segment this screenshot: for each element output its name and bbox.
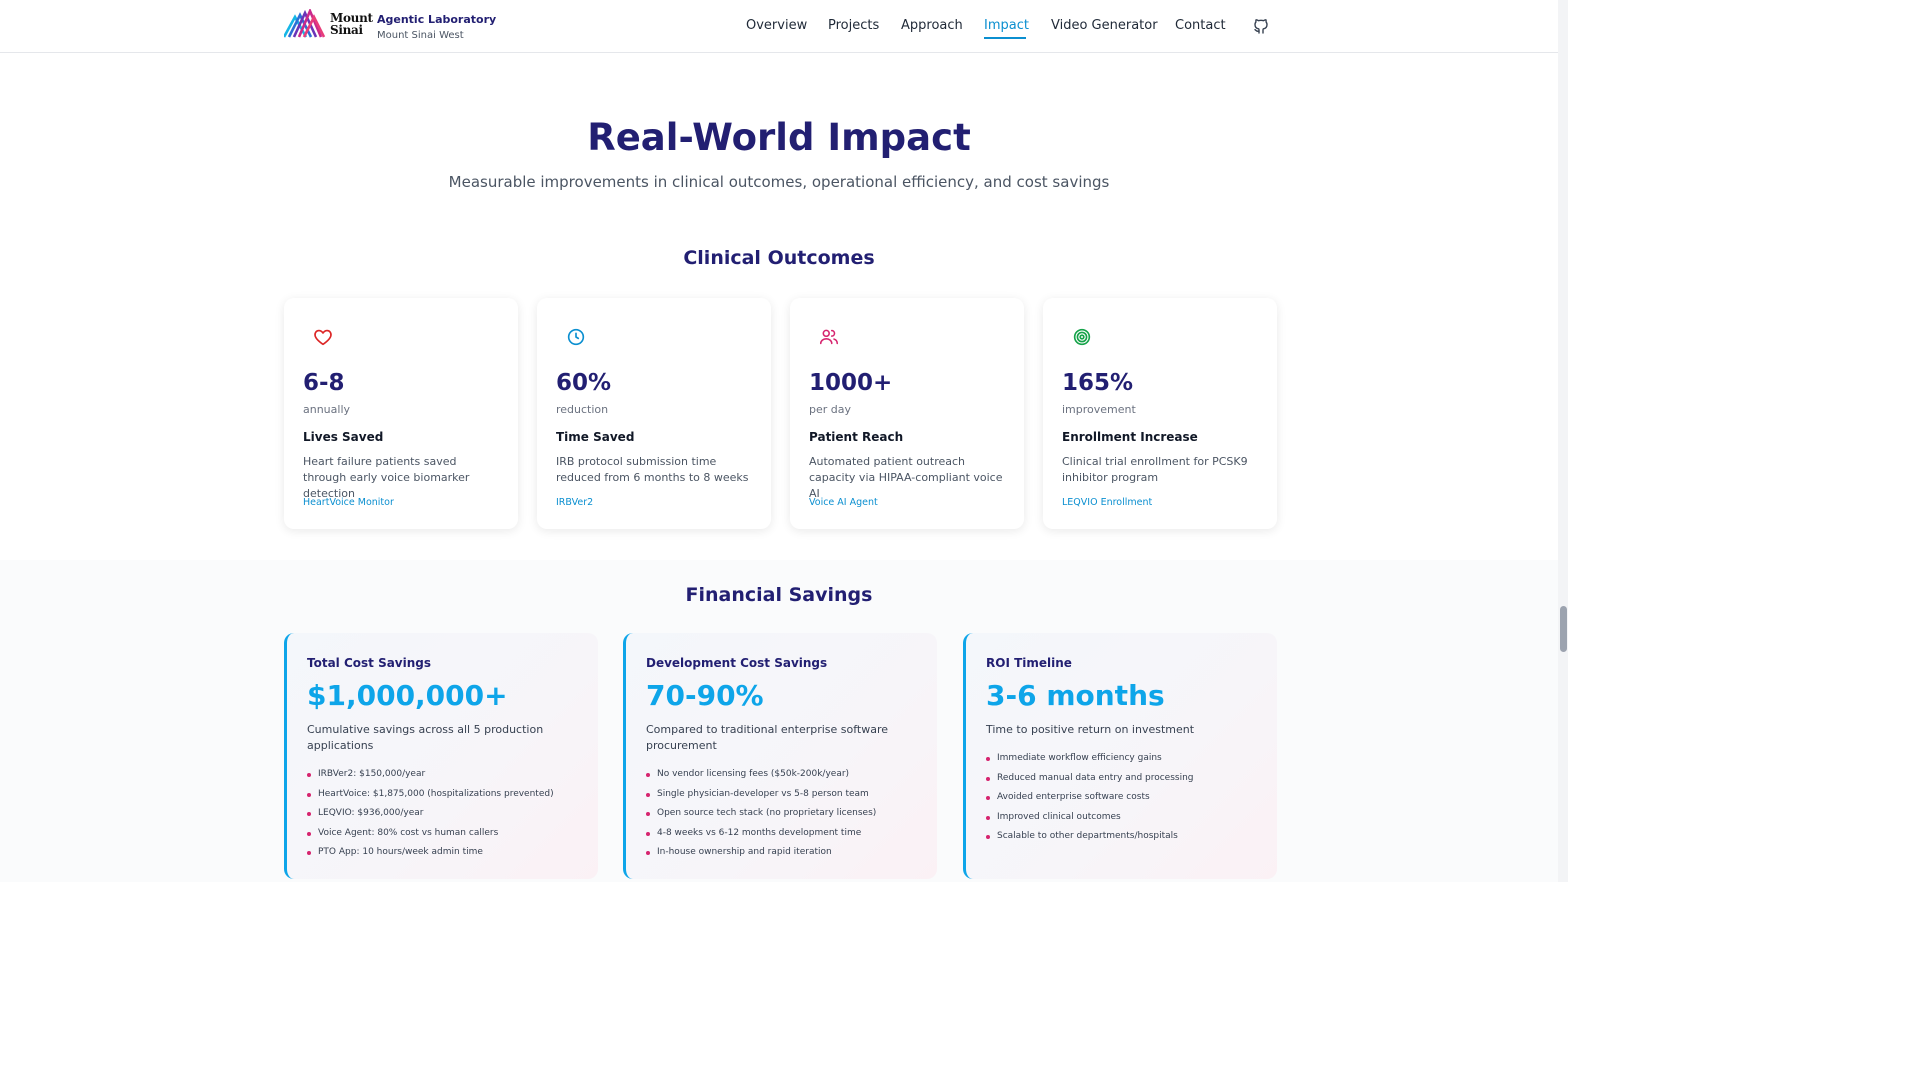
page-scrollbar-track[interactable] [1558, 0, 1568, 882]
list-item: No vendor licensing fees ($50k-200k/year… [646, 765, 876, 785]
stat-value: 1000+ [809, 370, 893, 396]
stat-unit: annually [303, 403, 351, 416]
list-item: LEQVIO: $936,000/year [307, 804, 554, 824]
list-item: Open source tech stack (no proprietary l… [646, 804, 876, 824]
stat-value: 6-8 [303, 370, 345, 396]
heart-icon [314, 329, 332, 346]
list-item: PTO App: 10 hours/week admin time [307, 843, 554, 863]
target-icon [1073, 328, 1091, 346]
list-item: IRBVer2: $150,000/year [307, 765, 554, 785]
list-item: 4-8 weeks vs 6-12 months development tim… [646, 824, 876, 844]
active-nav-indicator [984, 37, 1026, 39]
stat-unit: per day [809, 403, 852, 416]
page-scrollbar-thumb[interactable] [1560, 606, 1567, 652]
page-title: Real-World Impact [587, 116, 971, 159]
stat-value: 60% [556, 370, 612, 396]
mount-sinai-logo-mark-icon [284, 9, 326, 38]
stat-description: Clinical trial enrollment for PCSK9 inhi… [1062, 455, 1248, 484]
top-navbar: Mount Sinai Agentic Laboratory Mount Sin… [0, 0, 1558, 53]
savings-card-value: $1,000,000+ [307, 679, 508, 712]
savings-card-list: IRBVer2: $150,000/year HeartVoice: $1,87… [307, 765, 554, 863]
nav-video-generator[interactable]: Video Generator [1051, 18, 1158, 33]
list-item: Reduced manual data entry and processing [986, 769, 1194, 789]
nav-overview[interactable]: Overview [746, 18, 807, 33]
logo-text-sinai: Sinai [330, 23, 363, 37]
page-subtitle: Measurable improvements in clinical outc… [448, 173, 1110, 191]
github-icon[interactable] [1253, 17, 1269, 35]
stat-title: Enrollment Increase [1062, 430, 1198, 444]
list-item: Improved clinical outcomes [986, 808, 1194, 828]
logo-wordmark: Mount Sinai [330, 12, 373, 36]
nav-contact[interactable]: Contact [1175, 18, 1226, 33]
outcome-card-lives-saved: 6-8 annually Lives Saved Heart failure p… [284, 298, 518, 529]
mount-sinai-logo[interactable]: Mount Sinai [284, 9, 373, 39]
stat-title: Patient Reach [809, 430, 904, 444]
outcome-card-time-saved: 60% reduction Time Saved IRB protocol su… [537, 298, 771, 529]
nav-impact[interactable]: Impact [984, 18, 1029, 33]
stat-unit: reduction [556, 403, 609, 416]
stat-title: Time Saved [556, 430, 635, 444]
stat-description: Heart failure patients saved through ear… [303, 455, 470, 500]
savings-card-list: Immediate workflow efficiency gains Redu… [986, 749, 1194, 847]
savings-card-description: Time to positive return on investment [986, 723, 1195, 736]
clinical-outcomes-heading: Clinical Outcomes [683, 247, 875, 269]
savings-card-title: Total Cost Savings [307, 656, 432, 670]
outcome-card-patient-reach: 1000+ per day Patient Reach Automated pa… [790, 298, 1024, 529]
project-link-irbver2[interactable]: IRBVer2 [556, 497, 593, 508]
savings-card-total-cost: Total Cost Savings $1,000,000+ Cumulativ… [284, 633, 598, 879]
users-icon [819, 329, 839, 345]
list-item: Avoided enterprise software costs [986, 788, 1194, 808]
stat-description: IRB protocol submission time reduced fro… [556, 455, 749, 484]
stat-unit: improvement [1062, 403, 1136, 416]
list-item: Immediate workflow efficiency gains [986, 749, 1194, 769]
savings-card-description: Compared to traditional enterprise softw… [646, 723, 889, 752]
savings-card-development-cost: Development Cost Savings 70-90% Compared… [623, 633, 937, 879]
savings-card-title: Development Cost Savings [646, 656, 828, 670]
savings-card-list: No vendor licensing fees ($50k-200k/year… [646, 765, 876, 863]
savings-card-value: 3-6 months [986, 679, 1165, 712]
stat-value: 165% [1062, 370, 1134, 396]
list-item: HeartVoice: $1,875,000 (hospitalizations… [307, 785, 554, 805]
savings-card-roi-timeline: ROI Timeline 3-6 months Time to positive… [963, 633, 1277, 879]
savings-card-description: Cumulative savings across all 5 producti… [307, 723, 544, 752]
list-item: Single physician-developer vs 5-8 person… [646, 785, 876, 805]
stat-title: Lives Saved [303, 430, 384, 444]
stat-description: Automated patient outreach capacity via … [809, 455, 1003, 500]
clock-icon [567, 328, 585, 346]
outcome-card-enrollment-increase: 165% improvement Enrollment Increase Cli… [1043, 298, 1277, 529]
nav-projects[interactable]: Projects [828, 18, 879, 33]
nav-approach[interactable]: Approach [901, 18, 963, 33]
savings-card-title: ROI Timeline [986, 656, 1072, 670]
list-item: Voice Agent: 80% cost vs human callers [307, 824, 554, 844]
brand-title: Agentic Laboratory [377, 13, 497, 26]
brand: Agentic Laboratory Mount Sinai West [377, 13, 496, 42]
brand-subtitle: Mount Sinai West [377, 30, 464, 41]
list-item: Scalable to other departments/hospitals [986, 827, 1194, 847]
project-link-voice-ai-agent[interactable]: Voice AI Agent [809, 497, 878, 508]
savings-card-value: 70-90% [646, 679, 764, 712]
financial-savings-heading: Financial Savings [685, 584, 873, 606]
project-link-heartvoice[interactable]: HeartVoice Monitor [303, 497, 394, 508]
list-item: In-house ownership and rapid iteration [646, 843, 876, 863]
project-link-leqvio[interactable]: LEQVIO Enrollment [1062, 497, 1152, 508]
